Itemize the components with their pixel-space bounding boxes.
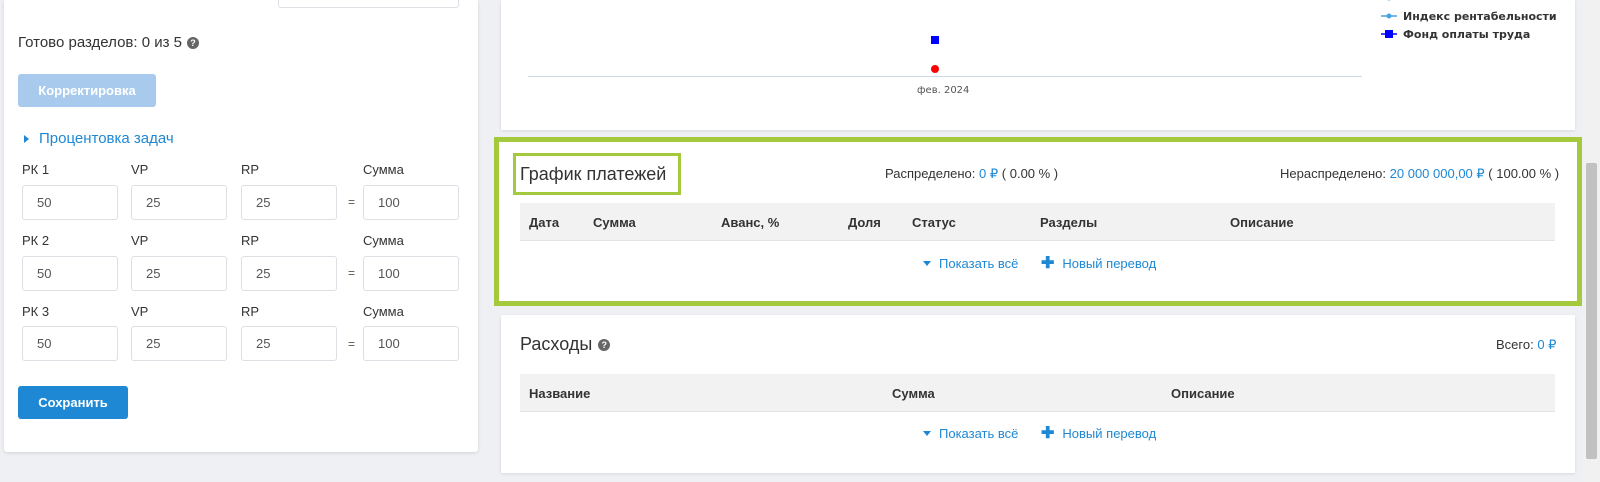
sum-input[interactable]	[363, 185, 459, 220]
vp-input[interactable]	[131, 185, 227, 220]
legend-item-label: Фонд оплаты труда	[1403, 27, 1531, 41]
expenses-title: Расходы	[520, 334, 593, 354]
legend-item[interactable]: Индекс рентабельности	[1381, 7, 1557, 25]
expenses-table-header	[520, 374, 1555, 412]
show-all-label: Показать всё	[939, 256, 1019, 271]
rp-label: RP	[241, 233, 260, 248]
legend-item-label: Индекс рентабельности	[1403, 9, 1557, 23]
plus-icon: ✚	[1041, 424, 1055, 442]
undistributed-label: Нераспределено:	[1280, 166, 1387, 181]
equals-sign: =	[348, 266, 356, 280]
total-label: Всего:	[1496, 337, 1534, 352]
column-header[interactable]: Описание	[1171, 386, 1235, 401]
column-header[interactable]: Дата	[529, 215, 559, 230]
vp-label: VP	[131, 162, 149, 177]
chart-x-tick-label: фев. 2024	[917, 85, 970, 96]
chart-plot-points	[931, 36, 939, 73]
payment-table-header	[520, 203, 1555, 241]
show-all-payments-link[interactable]: Показать всё	[923, 256, 1018, 271]
distributed-label: Распределено:	[885, 166, 976, 181]
column-header[interactable]: Сумма	[892, 386, 935, 401]
chart-point-circle	[931, 65, 939, 73]
vp-input[interactable]	[131, 326, 227, 361]
rk-label: РК 3	[22, 304, 50, 319]
new-transfer-label: Новый перевод	[1062, 426, 1157, 441]
rk-input[interactable]	[22, 185, 118, 220]
column-header[interactable]: Описание	[1230, 215, 1294, 230]
caret-down-icon	[923, 261, 931, 266]
undistributed-info: Нераспределено: 20 000 000,00 ₽ ( 100.00…	[1280, 166, 1559, 182]
equals-sign: =	[348, 337, 356, 351]
scrollbar-thumb[interactable]	[1586, 163, 1597, 459]
legend-item[interactable]: Фонд оплаты труда	[1381, 25, 1557, 43]
correct-button[interactable]: Корректировка	[18, 74, 156, 107]
ready-sections-status: Готово разделов: 0 из 5 ?	[18, 34, 199, 51]
sum-label: Сумма	[363, 162, 404, 177]
expenses-title-row: Расходы ?	[520, 334, 611, 355]
plus-icon: ✚	[1041, 254, 1055, 272]
percent-tasks-toggle[interactable]: Процентовка задач	[24, 130, 174, 147]
undistributed-percent: ( 100.00 % )	[1488, 166, 1560, 181]
distributed-info: Распределено: 0 ₽ ( 0.00 % )	[885, 166, 1058, 182]
sum-label: Сумма	[363, 233, 404, 248]
chart-point-square	[931, 36, 939, 44]
equals-sign: =	[348, 195, 356, 209]
caret-down-icon	[923, 431, 931, 436]
sum-label: Сумма	[363, 304, 404, 319]
caret-right-icon	[24, 134, 29, 143]
distributed-value[interactable]: 0 ₽	[979, 166, 998, 181]
top-input-field[interactable]	[278, 0, 459, 8]
save-button[interactable]: Сохранить	[18, 386, 128, 419]
column-header[interactable]: Доля	[848, 215, 881, 230]
show-all-expenses-link[interactable]: Показать всё	[923, 426, 1018, 441]
rk-label: РК 1	[22, 162, 50, 177]
rp-input[interactable]	[241, 326, 337, 361]
left-panel	[4, 0, 478, 452]
rp-label: RP	[241, 162, 260, 177]
distributed-percent: ( 0.00 % )	[1001, 166, 1059, 181]
square-marker-icon	[1381, 30, 1397, 38]
column-header[interactable]: Название	[529, 386, 590, 401]
rk-input[interactable]	[22, 256, 118, 291]
column-header[interactable]: Сумма	[593, 215, 636, 230]
ready-sections-text: Готово разделов: 0 из 5	[18, 34, 182, 51]
rp-input[interactable]	[241, 185, 337, 220]
show-all-label: Показать всё	[939, 426, 1019, 441]
vp-label: VP	[131, 304, 149, 319]
column-header[interactable]: Разделы	[1040, 215, 1097, 230]
vp-label: VP	[131, 233, 149, 248]
help-icon[interactable]: ?	[598, 338, 611, 351]
help-icon[interactable]: ?	[187, 36, 199, 49]
rk-label: РК 2	[22, 233, 50, 248]
expenses-total: Всего: 0 ₽	[1496, 337, 1556, 353]
vp-input[interactable]	[131, 256, 227, 291]
column-header[interactable]: Аванс, %	[721, 215, 779, 230]
line-dot-icon	[1381, 13, 1397, 19]
legend-item-cut	[1381, 0, 1557, 7]
new-transfer-label: Новый перевод	[1062, 256, 1157, 271]
chart-legend: Индекс рентабельности Фонд оплаты труда	[1381, 0, 1557, 43]
rp-input[interactable]	[241, 256, 337, 291]
new-expense-transfer-link[interactable]: ✚ Новый перевод	[1041, 424, 1157, 442]
percent-tasks-label: Процентовка задач	[39, 130, 174, 147]
rk-input[interactable]	[22, 326, 118, 361]
payment-schedule-title: График платежей	[520, 164, 667, 184]
new-payment-transfer-link[interactable]: ✚ Новый перевод	[1041, 254, 1157, 272]
sum-input[interactable]	[363, 256, 459, 291]
sum-input[interactable]	[363, 326, 459, 361]
rp-label: RP	[241, 304, 260, 319]
undistributed-value[interactable]: 20 000 000,00 ₽	[1390, 166, 1485, 181]
total-value[interactable]: 0 ₽	[1537, 337, 1556, 352]
column-header[interactable]: Статус	[912, 215, 956, 230]
